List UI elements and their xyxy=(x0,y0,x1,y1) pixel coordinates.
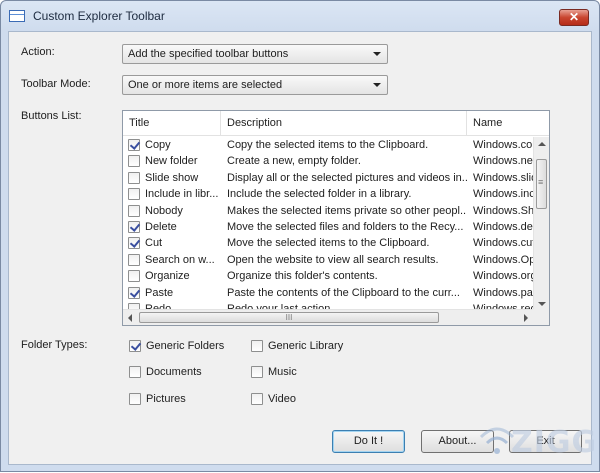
row-checkbox[interactable] xyxy=(128,188,140,201)
list-item[interactable]: Paste Paste the contents of the Clipboard… xyxy=(123,285,533,301)
do-it-button[interactable]: Do It ! xyxy=(332,430,405,453)
list-item[interactable]: Cut Move the selected items to the Clipbo… xyxy=(123,235,533,251)
window: Custom Explorer Toolbar ✕ Action: Add th… xyxy=(0,0,600,472)
folder-type-label: Generic Library xyxy=(268,340,344,352)
window-title: Custom Explorer Toolbar xyxy=(33,9,165,23)
scrollbar-corner xyxy=(533,309,549,325)
row-checkbox[interactable] xyxy=(128,221,140,233)
action-label: Action: xyxy=(21,46,55,58)
cell-name: Windows.organi xyxy=(473,270,533,283)
row-checkbox[interactable] xyxy=(128,155,140,168)
cell-name: Windows.newfol xyxy=(473,155,533,168)
folder-type-label: Video xyxy=(268,393,296,405)
list-item[interactable]: Delete Move the selected files and folder… xyxy=(123,219,533,235)
buttons-list-label: Buttons List: xyxy=(21,110,82,122)
cell-name: Windows.copy xyxy=(473,139,533,151)
cell-description: Copy the selected items to the Clipboard… xyxy=(227,139,429,151)
cell-name: Windows.delete xyxy=(473,221,533,233)
checkbox[interactable] xyxy=(129,340,141,352)
vertical-scrollbar[interactable]: ≡ xyxy=(533,137,549,311)
column-header-title[interactable]: Title xyxy=(123,111,221,136)
folder-type-label: Documents xyxy=(146,366,202,378)
cell-title: Paste xyxy=(145,286,174,299)
cell-description: Include the selected folder in a library… xyxy=(227,188,412,201)
row-checkbox[interactable] xyxy=(128,270,140,283)
cell-name: Windows.slidesh xyxy=(473,171,533,184)
checkbox[interactable] xyxy=(251,366,263,378)
folder-type-label: Pictures xyxy=(146,393,186,405)
cell-description: Create a new, empty folder. xyxy=(227,155,361,168)
buttons-list[interactable]: Title Description Name Copy Copy the sele… xyxy=(122,110,550,326)
horizontal-scrollbar[interactable]: III xyxy=(123,309,533,325)
list-item[interactable]: Include in libr... Include the selected f… xyxy=(123,186,533,202)
cell-title: Organize xyxy=(145,270,190,283)
checkbox[interactable] xyxy=(129,393,141,405)
horizontal-scroll-grip-icon: III xyxy=(285,313,293,322)
row-checkbox[interactable] xyxy=(128,139,140,151)
cell-description: Move the selected items to the Clipboard… xyxy=(227,237,430,250)
cell-name: Windows.cut xyxy=(473,237,533,250)
scroll-left-arrow-icon[interactable] xyxy=(128,314,132,322)
window-app-icon xyxy=(9,10,25,22)
cell-title: Cut xyxy=(145,237,163,250)
cell-title: Slide show xyxy=(145,171,199,184)
list-item[interactable]: Copy Copy the selected items to the Clipb… xyxy=(123,137,533,153)
column-header-name[interactable]: Name xyxy=(467,111,549,136)
scroll-down-arrow-icon[interactable] xyxy=(538,302,546,306)
cell-title: Search on w... xyxy=(145,253,215,266)
close-button[interactable]: ✕ xyxy=(559,9,589,26)
list-item[interactable]: Search on w... Open the website to view a… xyxy=(123,252,533,268)
row-checkbox[interactable] xyxy=(128,237,140,250)
cell-name: Windows.include xyxy=(473,188,533,201)
cell-name: Windows.paste xyxy=(473,286,533,299)
chevron-down-icon xyxy=(373,52,381,56)
row-checkbox[interactable] xyxy=(128,286,140,299)
cell-description: Open the website to view all search resu… xyxy=(227,253,439,266)
list-item[interactable]: Slide show Display all or the selected pi… xyxy=(123,170,533,186)
scroll-up-arrow-icon[interactable] xyxy=(538,142,546,146)
exit-button[interactable]: Exit xyxy=(509,430,582,453)
horizontal-scroll-thumb[interactable]: III xyxy=(139,312,439,323)
dialog-client-area: Action: Add the specified toolbar button… xyxy=(8,31,592,465)
cell-title: Delete xyxy=(145,221,177,233)
vertical-scroll-grip-icon: ≡ xyxy=(538,177,544,187)
cell-title: Copy xyxy=(145,139,171,151)
list-header: Title Description Name xyxy=(123,111,549,136)
action-dropdown-value: Add the specified toolbar buttons xyxy=(128,48,289,60)
cell-name: Windows.OpenS xyxy=(473,253,533,266)
chevron-down-icon xyxy=(373,83,381,87)
checkbox[interactable] xyxy=(251,393,263,405)
column-header-description[interactable]: Description xyxy=(221,111,467,136)
cell-description: Organize this folder's contents. xyxy=(227,270,378,283)
folder-type-label: Generic Folders xyxy=(146,340,225,352)
list-body: Copy Copy the selected items to the Clipb… xyxy=(123,137,533,311)
cell-title: New folder xyxy=(145,155,198,168)
toolbar-mode-dropdown[interactable]: One or more items are selected xyxy=(122,75,388,95)
cell-name: Windows.ShareP xyxy=(473,204,533,217)
cell-description: Display all or the selected pictures and… xyxy=(227,171,467,184)
list-item[interactable]: Organize Organize this folder's contents.… xyxy=(123,268,533,284)
vertical-scroll-thumb[interactable]: ≡ xyxy=(536,159,547,209)
about-button[interactable]: About... xyxy=(421,430,494,453)
cell-title: Include in libr... xyxy=(145,188,219,201)
list-item[interactable]: Nobody Makes the selected items private s… xyxy=(123,203,533,219)
list-item[interactable]: New folder Create a new, empty folder. Win… xyxy=(123,153,533,169)
folder-types-label: Folder Types: xyxy=(21,339,88,351)
row-checkbox[interactable] xyxy=(128,253,140,266)
toolbar-mode-label: Toolbar Mode: xyxy=(21,78,91,90)
row-checkbox[interactable] xyxy=(128,204,140,217)
scroll-right-arrow-icon[interactable] xyxy=(524,314,528,322)
cell-description: Makes the selected items private so othe… xyxy=(227,204,467,217)
cell-description: Paste the contents of the Clipboard to t… xyxy=(227,286,460,299)
checkbox[interactable] xyxy=(129,366,141,378)
title-bar[interactable]: Custom Explorer Toolbar ✕ xyxy=(1,1,599,31)
toolbar-mode-dropdown-value: One or more items are selected xyxy=(128,79,283,91)
checkbox[interactable] xyxy=(251,340,263,352)
row-checkbox[interactable] xyxy=(128,171,140,184)
action-dropdown[interactable]: Add the specified toolbar buttons xyxy=(122,44,388,64)
cell-title: Nobody xyxy=(145,204,183,217)
folder-type-label: Music xyxy=(268,366,297,378)
cell-description: Move the selected files and folders to t… xyxy=(227,221,464,233)
